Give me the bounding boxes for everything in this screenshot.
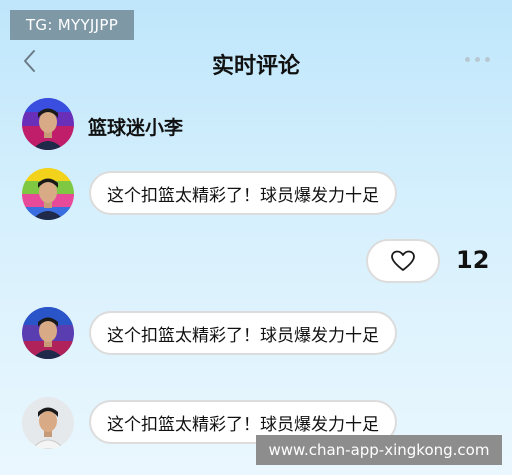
comment-bubble[interactable]: 这个扣篮太精彩了！球员爆发力十足 <box>89 311 397 355</box>
author-username[interactable]: 篮球迷小李 <box>88 113 183 140</box>
more-dot <box>485 57 490 62</box>
watermark: www.chan-app-xingkong.com <box>256 435 502 465</box>
comment-text: 这个扣篮太精彩了！球员爆发力十足 <box>107 325 379 346</box>
page-title: 实时评论 <box>211 54 300 79</box>
like-count: 12 <box>456 246 490 274</box>
avatar-author[interactable] <box>22 98 74 150</box>
avatar-commenter[interactable] <box>22 307 74 359</box>
comment-text: 这个扣篮太精彩了！球员爆发力十足 <box>107 185 379 206</box>
like-button[interactable] <box>366 239 440 283</box>
more-dot <box>465 57 470 62</box>
heart-icon <box>391 250 415 271</box>
avatar-commenter[interactable] <box>22 168 74 220</box>
more-button[interactable] <box>465 57 490 62</box>
comment-bubble[interactable]: 这个扣篮太精彩了！球员爆发力十足 <box>89 171 397 215</box>
tg-badge: TG: MYYJJPP <box>10 10 134 40</box>
avatar-commenter[interactable] <box>22 397 74 449</box>
comment-text: 这个扣篮太精彩了！球员爆发力十足 <box>107 414 379 435</box>
more-dot <box>475 57 480 62</box>
